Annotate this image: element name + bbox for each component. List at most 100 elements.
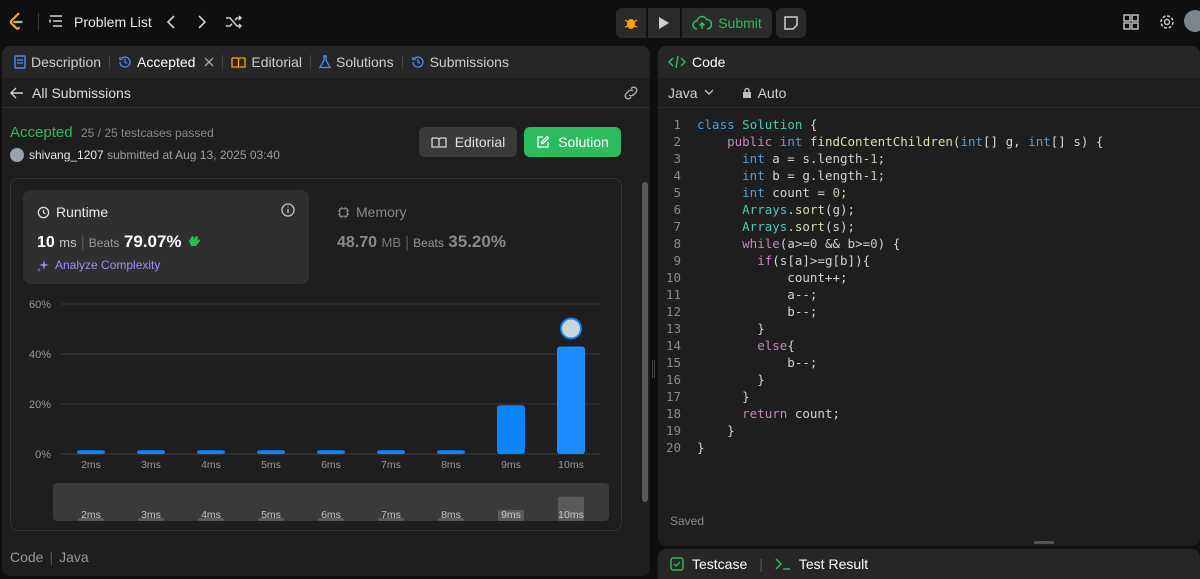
line-number: 5 xyxy=(673,185,681,200)
submit-button[interactable]: Submit xyxy=(682,8,772,38)
chart-bar[interactable] xyxy=(497,405,525,454)
problem-list-link[interactable]: Problem List xyxy=(74,14,152,30)
run-button[interactable] xyxy=(648,8,680,38)
book-icon xyxy=(231,56,247,68)
code-line[interactable]: 12 b--; xyxy=(658,303,1200,320)
code-line[interactable]: 20} xyxy=(658,439,1200,456)
code-text: public int findContentChildren(int[] g, … xyxy=(727,134,1104,149)
play-icon xyxy=(659,17,669,29)
history-icon xyxy=(411,56,424,68)
code-line[interactable]: 6 Arrays.sort(g); xyxy=(658,201,1200,218)
code-line[interactable]: 8 while(a>=0 && b>=0) { xyxy=(658,235,1200,252)
chart-bar[interactable] xyxy=(197,450,225,454)
divider xyxy=(38,13,39,31)
line-number: 10 xyxy=(665,270,681,285)
avatar[interactable] xyxy=(10,148,24,162)
code-line[interactable]: 7 Arrays.sort(s); xyxy=(658,218,1200,235)
code-line[interactable]: 17 } xyxy=(658,388,1200,405)
tab-editorial[interactable]: Editorial xyxy=(225,46,308,78)
line-number: 3 xyxy=(673,151,681,166)
code-line[interactable]: 2 public int findContentChildren(int[] g… xyxy=(658,133,1200,150)
chart-bar[interactable] xyxy=(257,450,285,454)
divider xyxy=(222,55,224,69)
submission-header: All Submissions xyxy=(2,78,650,108)
code-text: } xyxy=(697,321,765,336)
solution-button[interactable]: Solution xyxy=(524,127,621,157)
avatar[interactable] xyxy=(1184,10,1200,32)
code-text: } xyxy=(697,389,750,404)
line-number: 7 xyxy=(673,219,681,234)
chart-bar[interactable] xyxy=(137,450,165,454)
editorial-button[interactable]: Editorial xyxy=(419,127,517,157)
notes-button[interactable] xyxy=(776,8,806,38)
code-text: class Solution { xyxy=(697,117,818,132)
tab-description[interactable]: Description xyxy=(8,46,107,78)
debug-button[interactable] xyxy=(616,8,646,38)
minimap-label: 2ms xyxy=(81,509,101,521)
chart-bar[interactable] xyxy=(317,450,345,454)
scrollbar[interactable] xyxy=(642,182,648,502)
tab-code[interactable]: Code xyxy=(658,46,1200,78)
all-submissions-link[interactable]: All Submissions xyxy=(32,85,131,101)
code-line[interactable]: 10 count++; xyxy=(658,269,1200,286)
code-line[interactable]: 18 return count; xyxy=(658,405,1200,422)
code-text: a--; xyxy=(697,287,818,302)
y-tick-label: 60% xyxy=(29,299,51,311)
line-number: 4 xyxy=(673,168,681,183)
tab-submissions[interactable]: Submissions xyxy=(405,46,515,78)
list-icon[interactable] xyxy=(48,13,64,29)
solution-label: Solution xyxy=(558,134,609,150)
code-line[interactable]: 4 int b = g.length-1; xyxy=(658,167,1200,184)
shuffle-icon xyxy=(226,15,243,29)
code-editor[interactable]: 1 class Solution {2 public int findConten… xyxy=(658,116,1200,456)
code-line[interactable]: 3 int a = s.length-1; xyxy=(658,150,1200,167)
auto-mode[interactable]: Auto xyxy=(742,85,786,101)
terminal-icon xyxy=(775,558,790,570)
tab-solutions[interactable]: Solutions xyxy=(313,46,400,78)
arrow-left-icon[interactable] xyxy=(10,87,24,99)
x-tick-label: 9ms xyxy=(501,459,521,471)
user-avatar-marker[interactable] xyxy=(560,317,582,340)
x-tick-label: 6ms xyxy=(321,459,341,471)
divider xyxy=(109,55,111,69)
line-number: 12 xyxy=(665,304,681,319)
code-line[interactable]: 15 b--; xyxy=(658,354,1200,371)
tab-test-result[interactable]: Test Result xyxy=(799,556,868,572)
line-number: 2 xyxy=(673,134,681,149)
code-line[interactable]: 11 a--; xyxy=(658,286,1200,303)
link-icon[interactable] xyxy=(622,86,640,100)
layout-grid-icon[interactable] xyxy=(1122,13,1140,31)
tab-accepted[interactable]: Accepted xyxy=(112,46,220,78)
prev-problem-button[interactable] xyxy=(161,12,181,32)
divider: | xyxy=(759,556,763,572)
code-line[interactable]: 16 } xyxy=(658,371,1200,388)
chart-bar[interactable] xyxy=(557,346,585,455)
chart-bar[interactable] xyxy=(77,450,105,454)
random-problem-button[interactable] xyxy=(224,12,244,32)
close-icon[interactable] xyxy=(204,57,214,67)
code-line[interactable]: 9 if(s[a]>=g[b]){ xyxy=(658,252,1200,269)
username-link[interactable]: shivang_1207 xyxy=(29,148,104,162)
chart-bar[interactable] xyxy=(437,450,465,454)
divider xyxy=(310,55,311,69)
resize-handle[interactable] xyxy=(652,360,655,378)
next-problem-button[interactable] xyxy=(192,12,212,32)
line-number: 18 xyxy=(665,406,681,421)
code-text: Arrays.sort(s); xyxy=(742,219,856,234)
code-line[interactable]: 5 int count = 0; xyxy=(658,184,1200,201)
tab-testcase[interactable]: Testcase xyxy=(692,556,747,572)
resize-handle[interactable] xyxy=(1034,541,1054,544)
code-line[interactable]: 14 else{ xyxy=(658,337,1200,354)
gear-icon[interactable] xyxy=(1158,13,1176,31)
footer-lang: Java xyxy=(59,549,89,565)
chart-bar[interactable] xyxy=(377,450,405,454)
leetcode-logo-icon[interactable] xyxy=(6,11,28,33)
code-line[interactable]: 1 class Solution { xyxy=(658,116,1200,133)
language-select[interactable]: Java xyxy=(668,85,714,101)
x-tick-label: 3ms xyxy=(141,459,161,471)
line-number: 14 xyxy=(665,338,681,353)
lock-icon xyxy=(742,87,751,98)
x-tick-label: 7ms xyxy=(381,459,401,471)
code-line[interactable]: 13 } xyxy=(658,320,1200,337)
code-line[interactable]: 19 } xyxy=(658,422,1200,439)
